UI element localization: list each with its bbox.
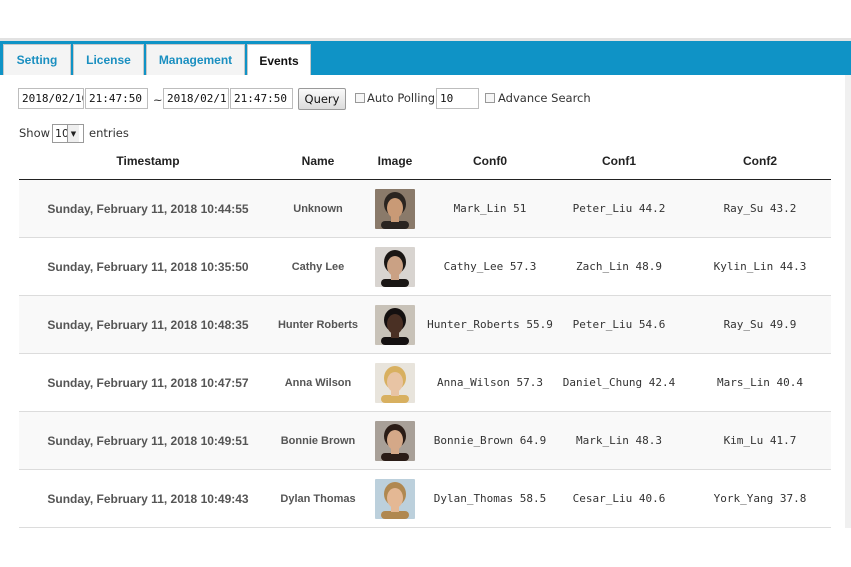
cell-timestamp: Sunday, February 11, 2018 10:35:50	[47, 259, 249, 274]
face-photo[interactable]	[375, 188, 415, 229]
start-time-input[interactable]: 21:47:50	[85, 88, 148, 109]
entries-per-page-value: 10	[55, 127, 69, 140]
tab-events[interactable]: Events	[247, 44, 311, 76]
cell-name: Cathy Lee	[291, 260, 345, 273]
table-row[interactable]: Sunday, February 11, 2018 10:49:43 Dylan …	[19, 470, 831, 528]
face-photo[interactable]	[375, 478, 415, 519]
cell-conf0: Hunter_Roberts 55.9	[427, 318, 553, 331]
cell-image	[359, 238, 431, 295]
range-separator: ~	[153, 93, 163, 107]
column-header-image[interactable]: Image	[359, 154, 431, 168]
column-header-name[interactable]: Name	[277, 154, 359, 168]
column-header-conf1[interactable]: Conf1	[549, 154, 689, 168]
scroll-gutter	[845, 75, 851, 528]
cell-timestamp: Sunday, February 11, 2018 10:49:51	[47, 433, 249, 448]
cell-name: Hunter Roberts	[277, 318, 359, 331]
cell-timestamp: Sunday, February 11, 2018 10:49:43	[47, 491, 249, 506]
entries-label: entries	[89, 126, 129, 140]
cell-conf0: Anna_Wilson 57.3	[437, 376, 543, 389]
face-photo[interactable]	[375, 246, 415, 287]
cell-name: Unknown	[293, 202, 343, 215]
cell-conf2: Mars_Lin 40.4	[716, 376, 804, 389]
face-photo[interactable]	[375, 420, 415, 461]
tab-setting[interactable]: Setting	[3, 44, 71, 75]
cell-conf2: Ray_Su 43.2	[723, 202, 797, 215]
bottom-blank-area	[0, 528, 851, 567]
cell-conf1: Peter_Liu 44.2	[572, 202, 666, 215]
table-row[interactable]: Sunday, February 11, 2018 10:48:35 Hunter…	[19, 296, 831, 354]
cell-image	[359, 354, 431, 411]
entries-per-page-select[interactable]: 10 ▼	[52, 124, 84, 143]
column-header-timestamp[interactable]: Timestamp	[19, 154, 277, 168]
column-header-conf0[interactable]: Conf0	[431, 154, 549, 168]
table-row[interactable]: Sunday, February 11, 2018 10:44:55 Unknow…	[19, 180, 831, 238]
cell-image	[359, 296, 431, 353]
cell-conf2: Kim_Lu 41.7	[723, 434, 797, 447]
cell-name: Bonnie Brown	[280, 434, 356, 447]
column-header-conf2[interactable]: Conf2	[689, 154, 831, 168]
table-row[interactable]: Sunday, February 11, 2018 10:35:50 Cathy …	[19, 238, 831, 296]
face-photo[interactable]	[375, 362, 415, 403]
cell-conf1: Zach_Lin 48.9	[575, 260, 663, 273]
cell-timestamp: Sunday, February 11, 2018 10:47:57	[47, 375, 249, 390]
cell-conf0: Dylan_Thomas 58.5	[433, 492, 547, 505]
advance-search-checkbox[interactable]	[485, 93, 495, 103]
face-photo[interactable]	[375, 304, 415, 345]
cell-conf1: Mark_Lin 48.3	[575, 434, 663, 447]
tab-license[interactable]: License	[73, 44, 144, 75]
table-row[interactable]: Sunday, February 11, 2018 10:47:57 Anna W…	[19, 354, 831, 412]
tab-management[interactable]: Management	[146, 44, 245, 75]
cell-conf0: Bonnie_Brown 64.9	[433, 434, 547, 447]
show-label: Show	[19, 126, 51, 140]
cell-conf1: Daniel_Chung 42.4	[562, 376, 676, 389]
start-date-input[interactable]: 2018/02/10	[18, 88, 84, 109]
table-row[interactable]: Sunday, February 11, 2018 10:49:51 Bonnie…	[19, 412, 831, 470]
cell-conf1: Peter_Liu 54.6	[572, 318, 666, 331]
cell-image	[359, 180, 431, 237]
chevron-down-icon[interactable]: ▼	[67, 125, 79, 142]
cell-conf2: Kylin_Lin 44.3	[713, 260, 807, 273]
auto-polling-interval-input[interactable]: 10	[436, 88, 479, 109]
cell-conf2: Ray_Su 49.9	[723, 318, 797, 331]
cell-image	[359, 470, 431, 527]
cell-conf0: Mark_Lin 51	[453, 202, 527, 215]
cell-conf1: Cesar_Liu 40.6	[572, 492, 666, 505]
query-button[interactable]: Query	[298, 88, 346, 110]
cell-name: Dylan Thomas	[280, 492, 356, 505]
auto-polling-label: Auto Polling	[367, 91, 436, 105]
cell-name: Anna Wilson	[284, 376, 352, 389]
end-date-input[interactable]: 2018/02/11	[163, 88, 229, 109]
cell-timestamp: Sunday, February 11, 2018 10:48:35	[47, 317, 249, 332]
advance-search-label: Advance Search	[498, 91, 591, 105]
tab-bar: Setting License Management Events	[0, 41, 851, 76]
cell-conf2: York_Yang 37.8	[713, 492, 807, 505]
cell-image	[359, 412, 431, 469]
cell-timestamp: Sunday, February 11, 2018 10:44:55	[47, 201, 249, 216]
cell-conf0: Cathy_Lee 57.3	[443, 260, 537, 273]
end-time-input[interactable]: 21:47:50	[230, 88, 293, 109]
top-blank-area	[0, 0, 851, 38]
auto-polling-checkbox[interactable]	[355, 93, 365, 103]
